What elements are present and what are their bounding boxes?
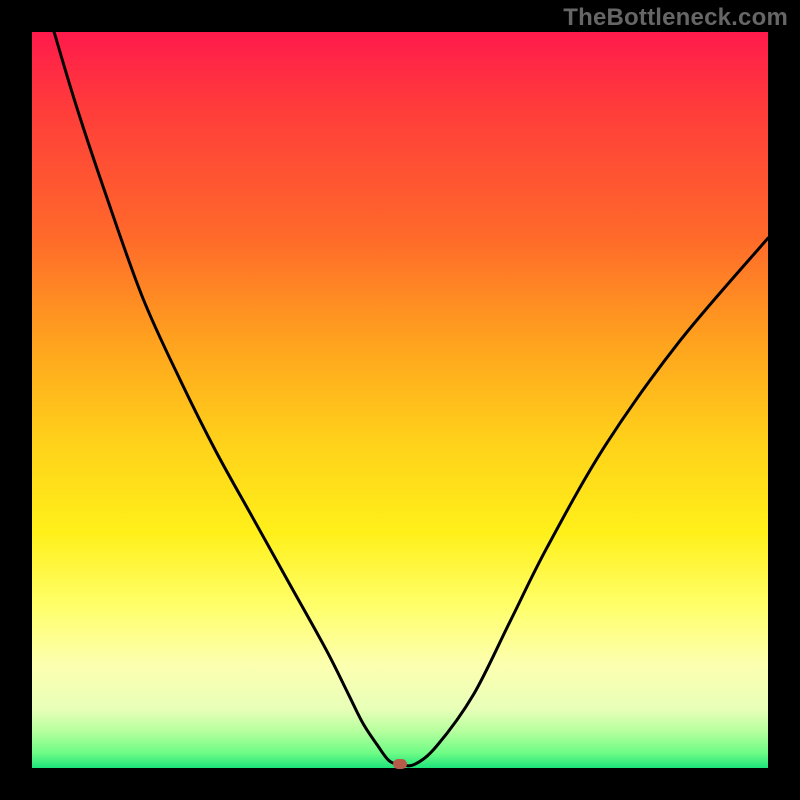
bottleneck-curve-path bbox=[54, 32, 768, 766]
min-marker bbox=[393, 759, 407, 769]
watermark-text: TheBottleneck.com bbox=[563, 4, 788, 32]
curve-svg bbox=[32, 32, 768, 768]
plot-area bbox=[32, 32, 768, 768]
chart-frame: TheBottleneck.com bbox=[0, 0, 800, 800]
